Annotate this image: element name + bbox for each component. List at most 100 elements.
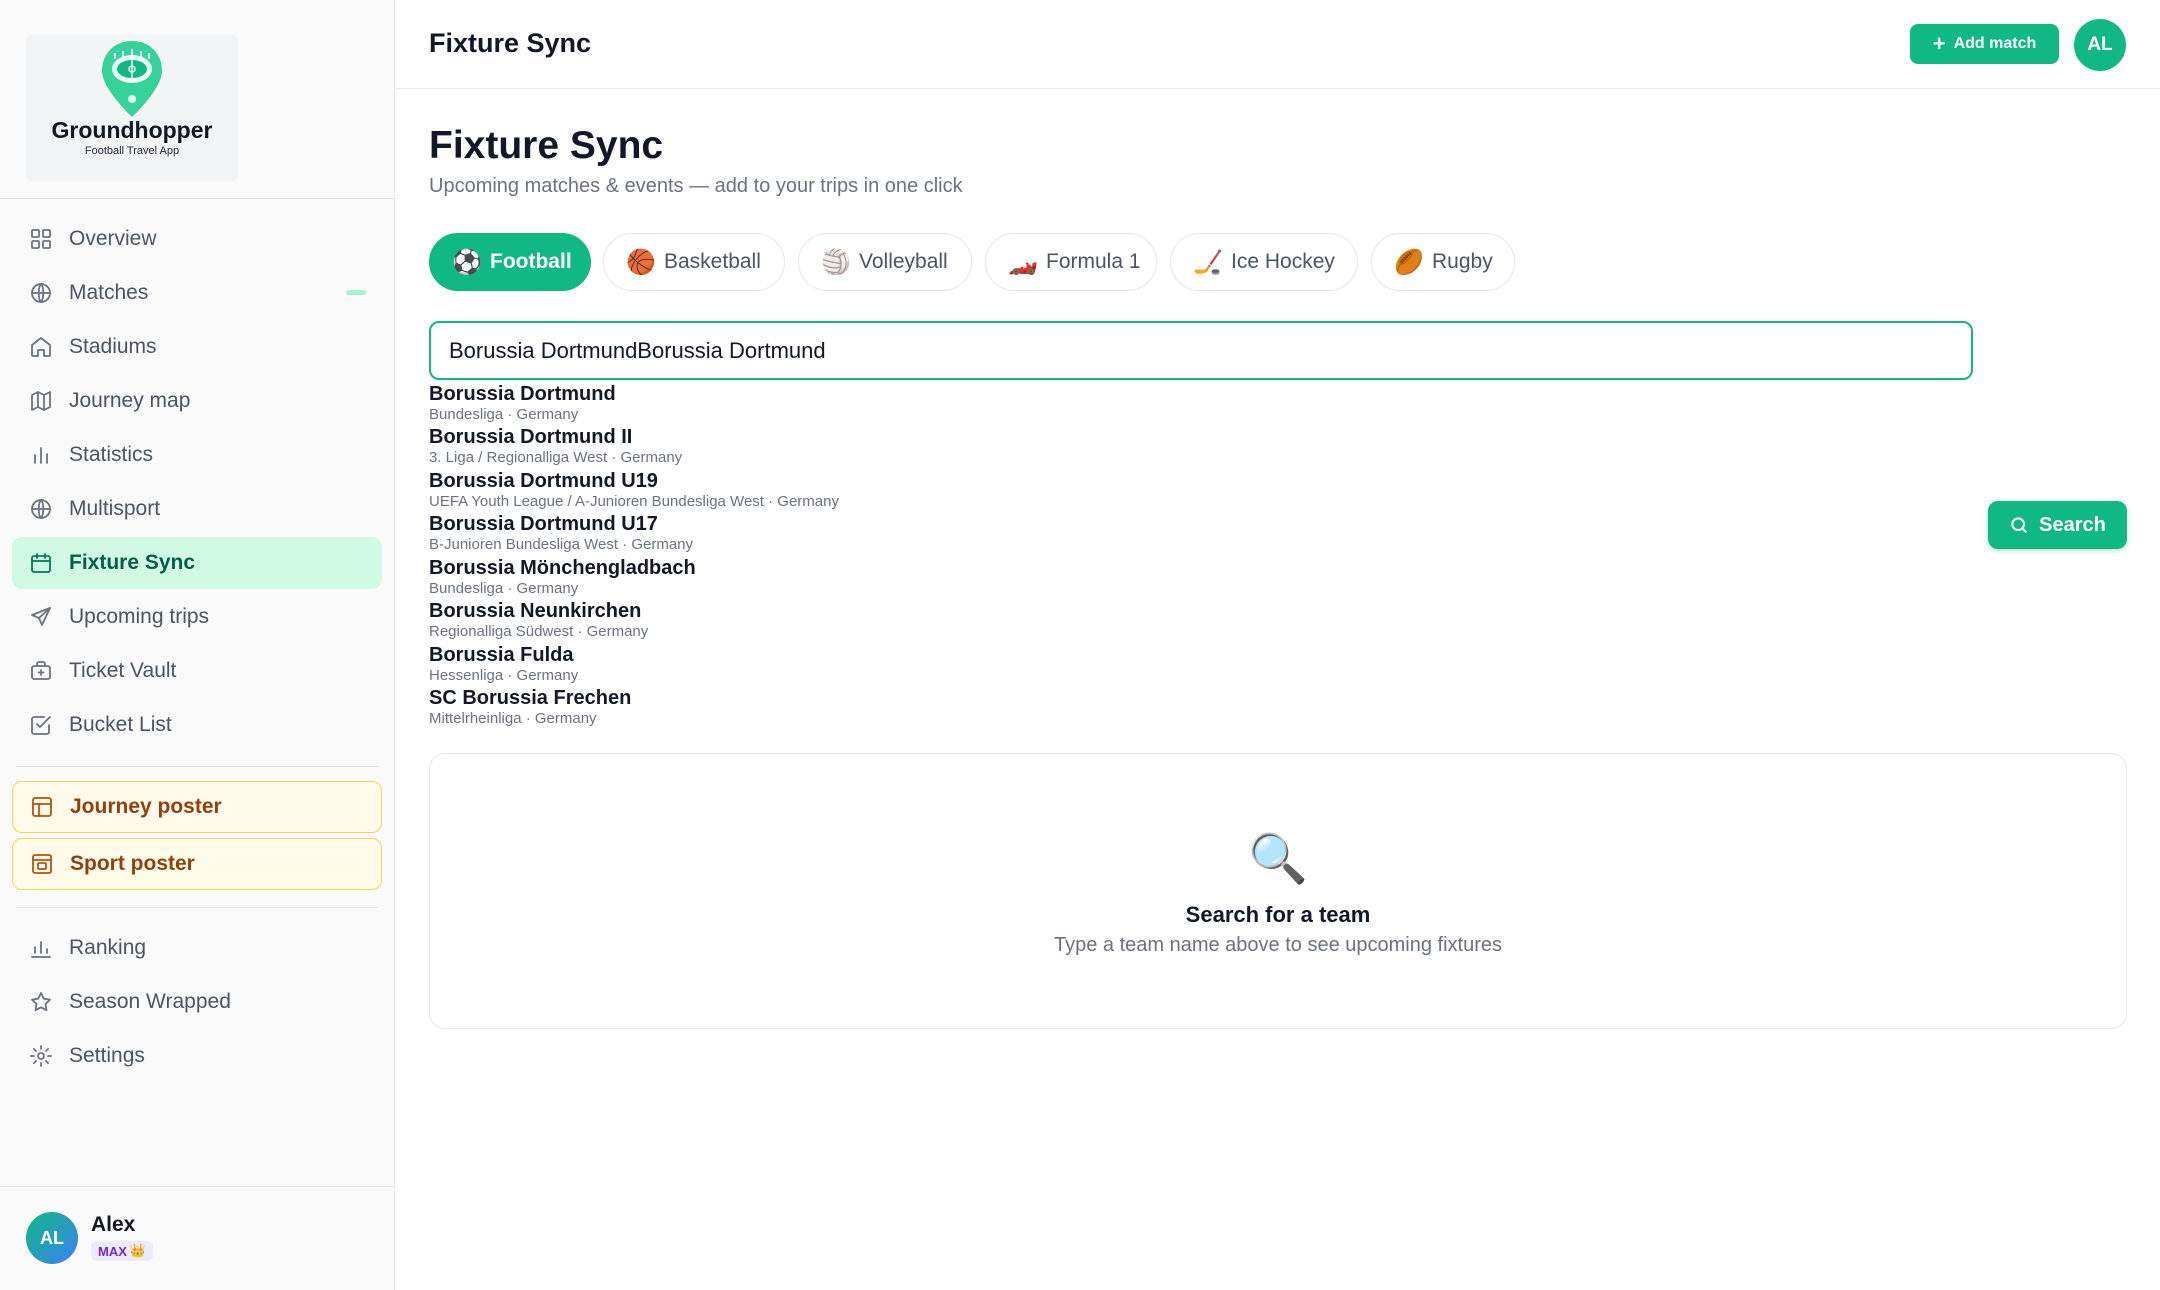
list-item[interactable]: Borussia Dortmund U19 UEFA Youth League … [429,469,839,512]
list-item[interactable]: Borussia Dortmund U17 B-Junioren Bundesl… [429,512,693,555]
layout-icon [29,794,55,820]
sidebar-item-ticket-vault[interactable]: Ticket Vault [12,645,382,697]
sidebar-item-label: Upcoming trips [69,605,210,628]
nav-divider [16,907,378,908]
suggestion-name: Borussia Fulda [429,644,574,666]
tab-label: Volleyball [859,250,948,273]
sidebar-item-label: Journey map [69,389,191,412]
page-title: Fixture Sync [429,124,664,167]
brand-area: Groundhopper Football Travel App [0,0,394,199]
tab-ice-hockey[interactable]: 🏒 Ice Hockey [1170,233,1358,291]
hockey-stick-icon: 🏒 [1193,248,1223,276]
sidebar-item-label: Fixture Sync [69,551,196,574]
sidebar-item-stadiums[interactable]: Stadiums [12,321,382,373]
suggestion-name: Borussia Dortmund U17 [429,513,658,535]
brand-logo-card[interactable]: Groundhopper Football Travel App [26,35,238,181]
sidebar-item-sport-poster[interactable]: Sport poster [12,838,382,890]
checkbox-icon [28,712,54,738]
tab-football[interactable]: ⚽ Football [429,233,591,291]
magnifier-icon: 🔍 [1248,833,1308,886]
avatar[interactable]: AL [2074,19,2126,71]
volleyball-icon: 🏐 [821,248,851,276]
sidebar-item-statistics[interactable]: Statistics [12,429,382,481]
sidebar-item-label: Stadiums [69,335,157,358]
avatar: AL [26,1212,78,1264]
tab-label: Ice Hockey [1231,250,1335,273]
globe-icon [28,280,54,306]
plus-icon: + [1932,31,1946,56]
bar-chart-icon [28,442,54,468]
sidebar-item-fixture-sync[interactable]: Fixture Sync [12,537,382,589]
suggestion-meta: Bundesliga · Germany [429,406,579,423]
sidebar-item-bucket-list[interactable]: Bucket List [12,699,382,751]
sidebar-item-season-wrapped[interactable]: Season Wrapped [12,976,382,1028]
sidebar-item-label: Matches [69,281,149,304]
suggestion-name: Borussia Dortmund U19 [429,470,658,492]
brand-name: Groundhopper [51,117,213,143]
sidebar-item-journey-map[interactable]: Journey map [12,375,382,427]
suggestion-name: SC Borussia Frechen [429,687,632,709]
list-item[interactable]: Borussia Fulda Hessenliga · Germany [429,643,578,686]
tab-basketball[interactable]: 🏀 Basketball [603,233,785,291]
sidebar-item-upcoming-trips[interactable]: Upcoming trips [12,591,382,643]
search-button[interactable]: Search [1988,501,2127,549]
tab-formula-1[interactable]: 🏎️ Formula 1 [985,233,1157,291]
matches-indicator [346,290,366,295]
race-car-icon: 🏎️ [1008,248,1038,276]
sidebar-item-label: Bucket List [69,713,172,736]
add-match-label: Add match [1953,35,2037,52]
star-icon [28,989,54,1015]
sidebar-item-matches[interactable]: Matches [12,267,382,319]
sidebar-item-ranking[interactable]: Ranking [12,922,382,974]
list-item[interactable]: Borussia Dortmund Bundesliga · Germany [429,382,616,425]
suggestion-name: Borussia Neunkirchen [429,600,642,622]
team-search-input[interactable] [429,321,1973,380]
calendar-icon [28,550,54,576]
sidebar-item-journey-poster[interactable]: Journey poster [12,781,382,833]
image-icon [29,851,55,877]
tab-label: Rugby [1432,250,1493,273]
ticket-icon [28,658,54,684]
list-item[interactable]: SC Borussia Frechen Mittelrheinliga · Ge… [429,686,631,729]
tab-rugby[interactable]: 🏉 Rugby [1371,233,1515,291]
sidebar: Groundhopper Football Travel App Overvie… [0,0,395,1290]
suggestion-meta: Mittelrheinliga · Germany [429,710,597,727]
suggestion-meta: Regionalliga Südwest · Germany [429,623,649,640]
user-profile[interactable]: AL Alex MAX 👑 [0,1186,395,1290]
home-icon [28,334,54,360]
search-icon [2011,517,2027,533]
sidebar-item-label: Ranking [69,936,147,959]
gear-icon [28,1043,54,1069]
suggestion-meta: B-Junioren Bundesliga West · Germany [429,536,694,553]
plan-badge: MAX 👑 [91,1241,154,1261]
empty-state-card: 🔍 Search for a team Type a team name abo… [429,753,2127,1029]
sidebar-item-settings[interactable]: Settings [12,1030,382,1082]
empty-state-subtitle: Type a team name above to see upcoming f… [1053,934,1503,956]
sidebar-item-label: Settings [69,1044,145,1067]
topbar-title: Fixture Sync [429,28,592,58]
page-subtitle: Upcoming matches & events — add to your … [429,175,963,197]
sidebar-item-label: Statistics [69,443,154,466]
sidebar-item-multisport[interactable]: Multisport [12,483,382,535]
basketball-icon: 🏀 [626,248,656,276]
tab-label: Football [490,250,572,273]
sidebar-item-label: Ticket Vault [69,659,177,682]
add-match-button[interactable]: + Add match [1910,24,2059,64]
sidebar-item-label: Journey poster [70,795,222,818]
sidebar-item-label: Sport poster [70,852,195,875]
map-icon [28,388,54,414]
football-icon: ⚽ [452,248,482,276]
suggestion-meta: Hessenliga · Germany [429,667,579,684]
list-item[interactable]: Borussia Mönchengladbach Bundesliga · Ge… [429,556,696,599]
search-button-label: Search [2039,513,2106,536]
stadium-pin-icon [102,41,162,117]
topbar: Fixture Sync + Add match AL [396,0,2160,89]
tab-volleyball[interactable]: 🏐 Volleyball [798,233,972,291]
sidebar-item-overview[interactable]: Overview [12,213,382,265]
list-item[interactable]: Borussia Dortmund II 3. Liga / Regionall… [429,425,682,468]
send-icon [28,604,54,630]
suggestion-name: Borussia Mönchengladbach [429,557,696,579]
list-item[interactable]: Borussia Neunkirchen Regionalliga Südwes… [429,599,648,642]
empty-state-title: Search for a team [1185,902,1371,927]
brand-tagline: Football Travel App [84,145,180,157]
